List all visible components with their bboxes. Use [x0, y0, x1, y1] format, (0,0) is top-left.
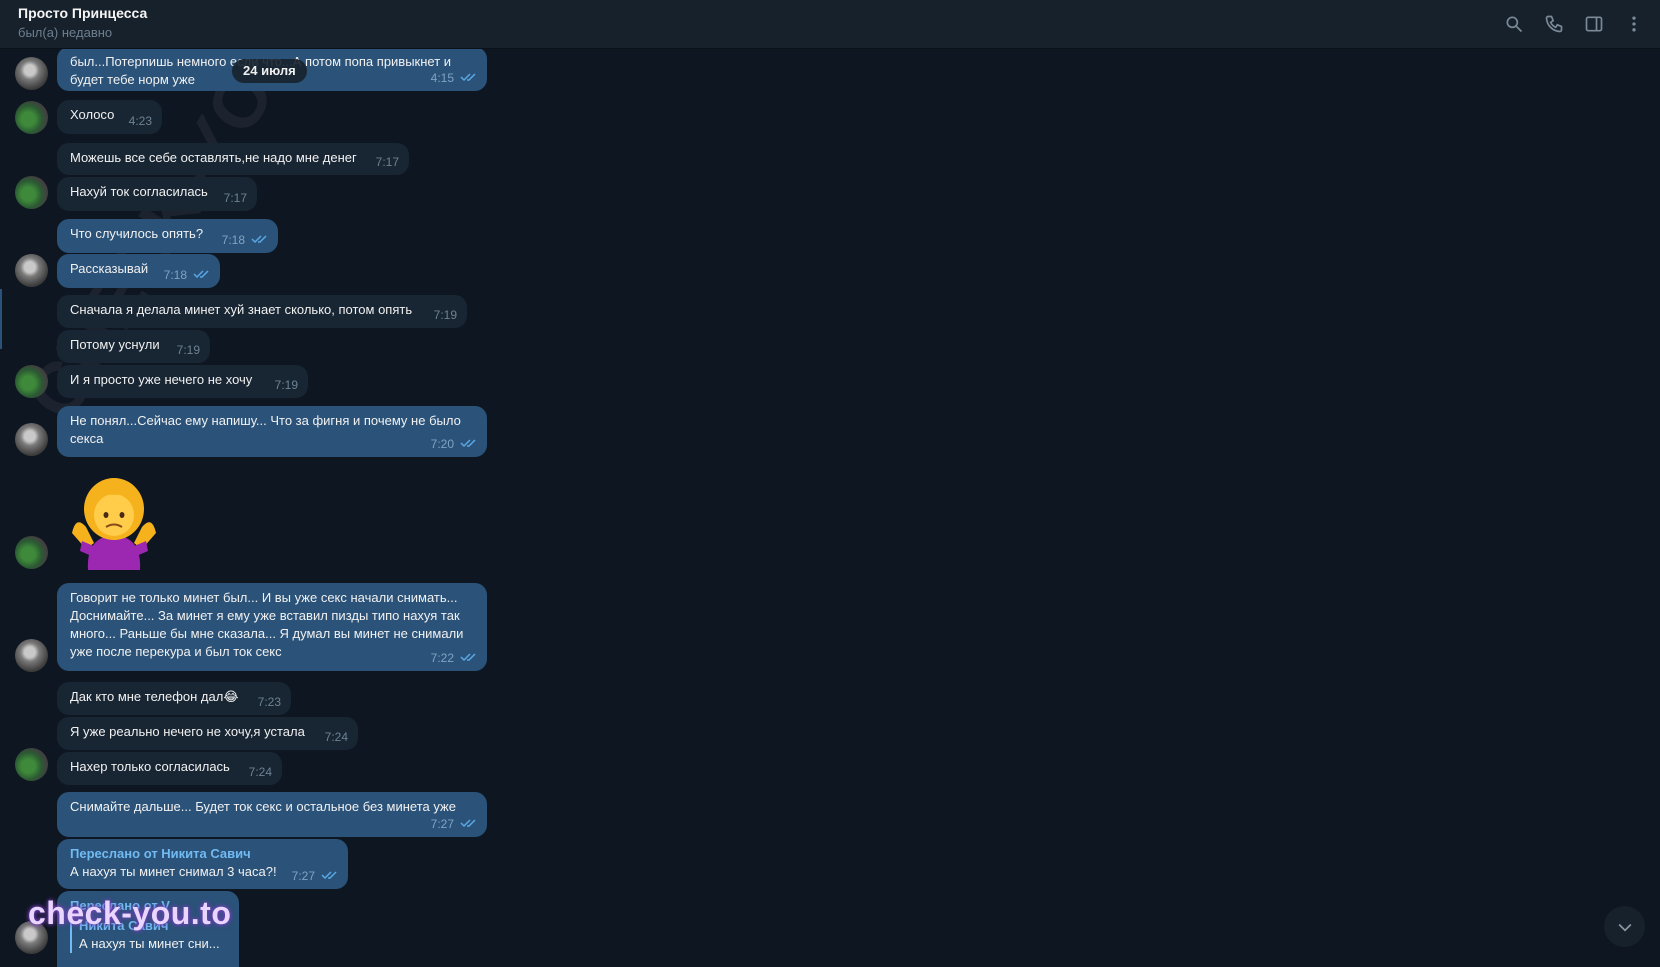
avatar[interactable]: [15, 536, 48, 569]
avatar[interactable]: [15, 365, 48, 398]
message-text: Нахуй ток согласилась: [70, 184, 208, 199]
message-bubble[interactable]: Не понял...Сейчас ему напишу... Что за ф…: [57, 406, 487, 457]
message-bubble[interactable]: Дак кто мне телефон дал😂 7:23: [57, 682, 291, 715]
message-time: 4:23: [128, 114, 152, 128]
date-separator: 24 июля: [232, 59, 307, 83]
chat-title[interactable]: Просто Принцесса: [18, 5, 147, 21]
message-meta: 7:17: [224, 189, 247, 207]
message-bubble[interactable]: Рассказывай 7:18: [57, 254, 220, 288]
message-meta: 7:24: [249, 763, 272, 781]
double-check-icon: [321, 867, 338, 885]
avatar[interactable]: [15, 254, 48, 287]
message-meta: 7:19: [434, 306, 457, 324]
message-time: 7:24: [324, 730, 348, 744]
message-time: 7:24: [248, 765, 272, 779]
forwarded-message[interactable]: Переслано от Никита Савич А нахуя ты мин…: [57, 839, 348, 889]
avatar[interactable]: [15, 639, 48, 672]
message-time: 7:18: [221, 233, 245, 247]
message-time: 7:18: [163, 268, 187, 282]
avatar[interactable]: [15, 57, 48, 90]
chat-header: Просто Принцесса был(а) недавно: [0, 0, 1660, 49]
message-bubble[interactable]: Можешь все себе оставлять,не надо мне де…: [57, 143, 409, 175]
message-time: 4:15: [430, 71, 454, 85]
message-bubble[interactable]: Что случилось опять? 7:18: [57, 219, 278, 253]
message-meta: 7:27: [292, 867, 338, 885]
search-icon[interactable]: [1502, 12, 1526, 36]
message-meta: 7:18: [164, 266, 210, 284]
message-bubble[interactable]: Нахуй ток согласилась 7:17: [57, 177, 257, 211]
avatar[interactable]: [15, 176, 48, 209]
message-meta: 7:18: [222, 231, 268, 249]
more-icon[interactable]: [1622, 12, 1646, 36]
chat-status: был(а) недавно: [18, 25, 113, 40]
message-text: Сначала я делала минет хуй знает сколько…: [70, 302, 413, 317]
message-bubble[interactable]: Говорит не только минет был... И вы уже …: [57, 583, 487, 671]
message-list[interactable]: CHECK-YOU.ME был...Потерпишь немного есл…: [0, 49, 1660, 967]
message-meta: 7:24: [325, 728, 348, 746]
message-text: Говорит не только минет был... И вы уже …: [70, 590, 468, 659]
message-time: 7:23: [257, 695, 281, 709]
avatar[interactable]: [15, 101, 48, 134]
double-check-icon: [251, 231, 268, 249]
avatar[interactable]: [15, 423, 48, 456]
double-check-icon: [193, 266, 210, 284]
message-bubble[interactable]: Холосо 4:23: [57, 100, 162, 134]
header-actions: [1502, 12, 1646, 36]
scroll-indicator: [0, 289, 2, 349]
message-time: 7:27: [430, 817, 454, 831]
message-meta: 7:17: [376, 153, 399, 171]
avatar[interactable]: [15, 748, 48, 781]
message-bubble[interactable]: Я уже реально нечего не хочу,я устала 7:…: [57, 717, 358, 750]
message-time: 7:17: [223, 191, 247, 205]
message-text: И я просто уже нечего не хочу: [70, 372, 253, 387]
message-text: Не понял...Сейчас ему напишу... Что за ф…: [70, 413, 465, 446]
double-check-icon: [460, 69, 477, 87]
message-bubble[interactable]: Потому уснули 7:19: [57, 330, 210, 363]
phone-icon[interactable]: [1542, 12, 1566, 36]
message-time: 7:17: [375, 155, 399, 169]
message-meta: 4:23: [129, 112, 152, 130]
message-text: Дак кто мне телефон дал😂: [70, 689, 239, 704]
message-meta: 4:15: [431, 69, 477, 87]
quote-text: А нахуя ты минет сни...: [79, 936, 220, 951]
message-time: 7:19: [433, 308, 457, 322]
message-text: Снимайте дальше... Будет ток секс и оста…: [70, 799, 456, 814]
message-time: 7:27: [291, 869, 315, 883]
chevron-down-icon: [1618, 923, 1631, 932]
message-text: Я уже реально нечего не хочу,я устала: [70, 724, 305, 739]
message-text: Можешь все себе оставлять,не надо мне де…: [70, 150, 357, 165]
message-bubble[interactable]: Нахер только согласилась 7:24: [57, 752, 282, 785]
message-meta: 7:19: [275, 376, 298, 394]
message-meta: 7:20: [431, 435, 477, 453]
message-bubble[interactable]: Сначала я делала минет хуй знает сколько…: [57, 295, 467, 328]
message-meta: 7:22: [431, 649, 477, 667]
message-time: 7:19: [274, 378, 298, 392]
forwarded-from[interactable]: Переслано от Никита Савич: [70, 845, 336, 863]
message-meta: 7:23: [258, 693, 281, 711]
scroll-down-button[interactable]: [1604, 906, 1645, 947]
message-bubble[interactable]: И я просто уже нечего не хочу 7:19: [57, 365, 308, 398]
message-time: 7:22: [430, 651, 454, 665]
message-text: Нахер только согласилась: [70, 759, 230, 774]
message-meta: 7:19: [177, 341, 200, 359]
message-meta: 7:27: [431, 815, 477, 833]
watermark: check-you.to: [28, 895, 232, 931]
double-check-icon: [460, 435, 477, 453]
person-shrugging-emoji[interactable]: [68, 475, 160, 570]
double-check-icon: [460, 649, 477, 667]
double-check-icon: [460, 815, 477, 833]
message-time: 7:20: [430, 437, 454, 451]
message-bubble[interactable]: Снимайте дальше... Будет ток секс и оста…: [57, 792, 487, 837]
message-time: 7:19: [176, 343, 200, 357]
sidebar-icon[interactable]: [1582, 12, 1606, 36]
